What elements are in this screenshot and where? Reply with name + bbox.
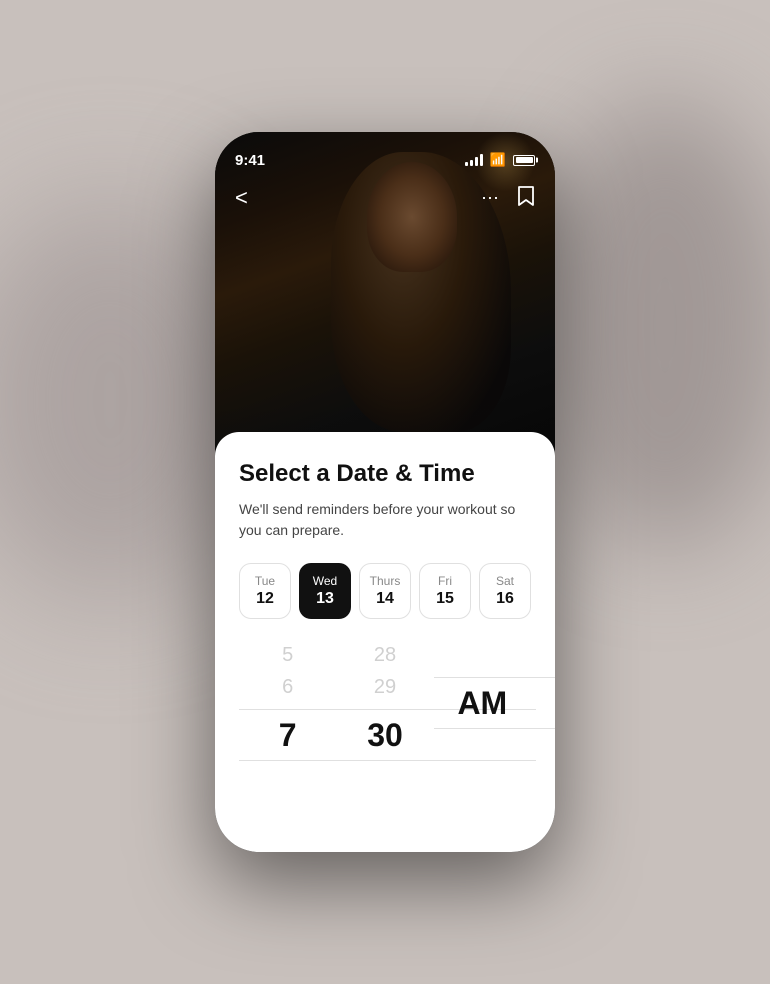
minute-divider-bottom xyxy=(336,760,536,761)
nav-actions: ⋯ xyxy=(481,185,535,212)
bookmark-button[interactable] xyxy=(517,185,535,212)
back-button[interactable]: < xyxy=(235,185,265,211)
day-number-fri: 15 xyxy=(436,590,454,608)
day-name-thurs: Thurs xyxy=(370,574,401,588)
minutes-column[interactable]: 28 29 30 xyxy=(336,639,433,767)
period-current: AM xyxy=(457,684,507,722)
hour-prev: 6 xyxy=(282,671,293,703)
day-name-fri: Fri xyxy=(438,574,452,588)
battery-icon xyxy=(513,155,535,166)
minute-current: 30 xyxy=(367,716,403,754)
hour-prev2: 5 xyxy=(282,639,293,671)
status-bar: 9:41 📶 xyxy=(215,132,555,176)
bottom-sheet: Select a Date & Time We'll send reminder… xyxy=(215,432,555,852)
day-card-sat[interactable]: Sat 16 xyxy=(479,563,531,619)
minute-prev2: 28 xyxy=(374,639,396,671)
hour-current: 7 xyxy=(279,716,297,754)
more-button[interactable]: ⋯ xyxy=(481,188,501,209)
status-time: 9:41 xyxy=(235,152,265,169)
day-selector: Tue 12 Wed 13 Thurs 14 Fri 15 Sat 16 xyxy=(239,563,531,619)
day-card-fri[interactable]: Fri 15 xyxy=(419,563,471,619)
day-number-sat: 16 xyxy=(496,590,514,608)
nav-bar: < ⋯ xyxy=(215,176,555,220)
sheet-title: Select a Date & Time xyxy=(239,460,531,489)
status-icons: 📶 xyxy=(465,152,535,168)
period-divider-bottom xyxy=(434,728,555,729)
day-card-thurs[interactable]: Thurs 14 xyxy=(359,563,411,619)
signal-bars-icon xyxy=(465,154,483,166)
period-column[interactable]: AM xyxy=(434,671,531,735)
day-name-sat: Sat xyxy=(496,574,514,588)
day-card-tue[interactable]: Tue 12 xyxy=(239,563,291,619)
day-number-thurs: 14 xyxy=(376,590,394,608)
day-number-tue: 12 xyxy=(256,590,274,608)
wifi-icon: 📶 xyxy=(490,152,506,168)
day-number-wed: 13 xyxy=(316,590,334,608)
hours-column[interactable]: 5 6 7 xyxy=(239,639,336,767)
day-name-wed: Wed xyxy=(313,574,337,588)
time-picker: 5 6 7 28 29 30 AM xyxy=(239,639,531,767)
minute-prev: 29 xyxy=(374,671,396,703)
period-divider-top xyxy=(434,677,555,678)
day-card-wed[interactable]: Wed 13 xyxy=(299,563,351,619)
day-name-tue: Tue xyxy=(255,574,275,588)
sheet-subtitle: We'll send reminders before your workout… xyxy=(239,499,531,541)
bg-blur-right xyxy=(540,100,770,550)
phone: 9:41 📶 < ⋯ Select a Da xyxy=(215,132,555,852)
